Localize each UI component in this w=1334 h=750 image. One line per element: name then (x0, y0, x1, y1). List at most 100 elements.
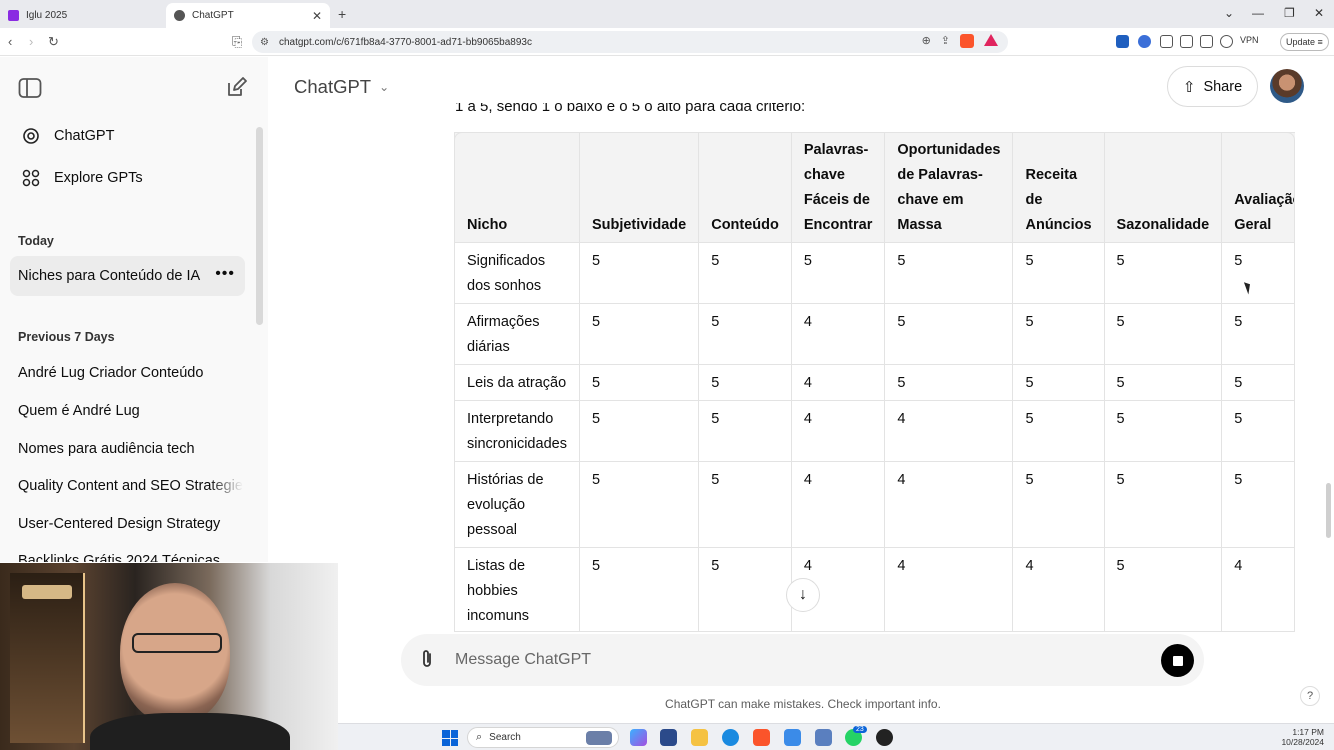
url-text: chatgpt.com/c/671fb8a4-3770-8001-ad71-bb… (278, 36, 532, 48)
extension-icon[interactable] (1116, 35, 1129, 48)
score-cell: 5 (698, 547, 792, 632)
niche-name-cell: Histórias de evolução pessoal (454, 461, 580, 548)
new-tab-icon[interactable]: + (338, 6, 346, 22)
score-cell: 5 (884, 242, 1014, 304)
help-button[interactable]: ? (1300, 686, 1320, 706)
score-cell: 4 (790, 400, 886, 462)
message-input[interactable] (455, 648, 1135, 672)
stop-icon (1172, 655, 1183, 666)
section-heading-today: Today (18, 234, 54, 248)
column-header: Avaliação Geral (1221, 132, 1295, 243)
sidebar-scrollbar[interactable] (256, 127, 263, 325)
vpn-button[interactable]: VPN (1240, 35, 1259, 45)
bookmark-icon[interactable]: ⎘ (232, 34, 242, 50)
chat-history-item[interactable]: Quem é André Lug (18, 403, 243, 419)
browser-toolbar: ‹ › ↻ ⎘ ⚙ chatgpt.com/c/671fb8a4-3770-80… (0, 28, 1334, 56)
sidebar: ChatGPT Explore GPTs Today Niches para C… (0, 57, 268, 562)
brave-rewards-icon[interactable] (984, 34, 998, 46)
forward-icon[interactable]: › (29, 34, 33, 49)
extension-icon[interactable] (1138, 35, 1151, 48)
score-cell: 5 (1221, 303, 1295, 365)
background-lamp (22, 585, 72, 599)
table-row: Leis da atração 5 5 4 5 5 5 5 (454, 364, 1295, 401)
model-selector[interactable]: ChatGPT ⌄ (294, 76, 389, 98)
search-label: Search (489, 732, 521, 743)
tab-search-chevron-icon[interactable]: ⌄ (1224, 6, 1234, 20)
share-button[interactable]: ⇧ Share (1167, 66, 1258, 107)
score-cell: 5 (1103, 547, 1223, 632)
table-row: Significados dos sonhos 5 5 5 5 5 5 5 (454, 242, 1295, 304)
score-cell: 5 (790, 242, 886, 304)
presenter-body (90, 713, 290, 750)
score-cell: 5 (578, 400, 700, 462)
model-name: ChatGPT (294, 76, 372, 97)
niche-name-cell: Leis da atração (454, 364, 580, 401)
niche-name-cell: Interpretando sincronicidades (454, 400, 580, 462)
sidebar-item-explore-gpts[interactable]: Explore GPTs (20, 169, 143, 187)
tab-title: Iglu 2025 (26, 10, 68, 21)
column-header: Palavras-chave Fáceis de Encontrar (790, 132, 886, 243)
copilot-icon[interactable] (630, 729, 647, 746)
tab-favicon-icon (8, 10, 19, 21)
chat-history-item[interactable]: User-Centered Design Strategy (18, 516, 243, 532)
leo-ai-icon[interactable] (1220, 35, 1233, 48)
avatar[interactable] (1270, 69, 1304, 103)
browser-tab-iglu[interactable]: Iglu 2025 (0, 3, 165, 28)
openai-logo-icon (20, 127, 42, 145)
brave-icon[interactable] (753, 729, 770, 746)
table-row: Interpretando sincronicidades 5 5 4 4 5 5 5 (454, 400, 1295, 462)
obs-icon[interactable] (876, 729, 893, 746)
zoom-icon[interactable]: ⊕ (922, 34, 931, 48)
chat-title: Niches para Conteúdo de IA (18, 268, 201, 284)
store-icon[interactable] (660, 729, 677, 746)
minimize-window-icon[interactable]: — (1252, 6, 1264, 20)
edge-icon[interactable] (722, 729, 739, 746)
sidebar-item-chatgpt[interactable]: ChatGPT (20, 127, 114, 145)
app-icon[interactable] (784, 729, 801, 746)
taskbar-search[interactable]: ⌕ Search (467, 727, 619, 748)
update-label: Update (1286, 37, 1316, 47)
new-chat-icon[interactable] (225, 77, 247, 104)
main-scrollbar[interactable] (1326, 483, 1331, 538)
update-button[interactable]: Update ≡ (1280, 33, 1329, 51)
score-cell: 4 (790, 364, 886, 401)
share-page-icon[interactable]: ⇪ (941, 34, 950, 48)
restore-window-icon[interactable]: ❐ (1284, 6, 1295, 20)
attach-icon[interactable] (419, 648, 435, 676)
scroll-to-bottom-button[interactable]: ↓ (786, 578, 820, 612)
address-bar[interactable]: ⚙ chatgpt.com/c/671fb8a4-3770-8001-ad71-… (252, 31, 1008, 53)
score-cell: 5 (1103, 364, 1223, 401)
close-window-icon[interactable]: ✕ (1314, 6, 1324, 20)
browser-tab-chatgpt[interactable]: ChatGPT ✕ (166, 3, 330, 28)
site-info-icon[interactable]: ⚙ (260, 37, 269, 48)
clock-time: 1:17 PM (1292, 727, 1324, 737)
wallet-icon[interactable] (1200, 35, 1213, 48)
chat-history-item[interactable]: Backlinks Grátis 2024 Técnicas (18, 553, 243, 562)
sidebar-toggle-icon[interactable] (18, 77, 42, 104)
chatgpt-favicon-icon (174, 10, 185, 21)
score-cell: 5 (578, 364, 700, 401)
browser-tab-bar: Iglu 2025 ChatGPT ✕ + ⌄ — ❐ ✕ (0, 0, 1334, 28)
column-header: Subjetividade (578, 132, 700, 243)
score-cell: 5 (698, 400, 792, 462)
chat-history-item[interactable]: Quality Content and SEO Strategies (18, 478, 243, 494)
more-options-icon[interactable]: ••• (215, 265, 235, 283)
active-chat-item[interactable]: Niches para Conteúdo de IA ••• (10, 256, 245, 296)
sidebar-toggle-icon[interactable] (1180, 35, 1193, 48)
niche-name-cell: Listas de hobbies incomuns (454, 547, 580, 632)
reload-icon[interactable]: ↻ (48, 34, 59, 50)
score-cell: 5 (578, 547, 700, 632)
chat-history-item[interactable]: André Lug Criador Conteúdo (18, 365, 243, 381)
windows-start-icon[interactable] (442, 730, 458, 746)
chat-history-item[interactable]: Nomes para audiência tech (18, 441, 243, 457)
notification-badge: 23 (853, 726, 867, 733)
file-explorer-icon[interactable] (691, 729, 708, 746)
extensions-puzzle-icon[interactable] (1160, 35, 1173, 48)
system-clock[interactable]: 1:17 PM 10/28/2024 (1278, 727, 1324, 747)
close-tab-icon[interactable]: ✕ (312, 9, 322, 23)
back-icon[interactable]: ‹ (8, 34, 12, 49)
notepad-icon[interactable] (815, 729, 832, 746)
score-cell: 5 (884, 364, 1014, 401)
brave-shields-icon[interactable] (960, 34, 974, 48)
stop-generating-button[interactable] (1161, 644, 1194, 677)
